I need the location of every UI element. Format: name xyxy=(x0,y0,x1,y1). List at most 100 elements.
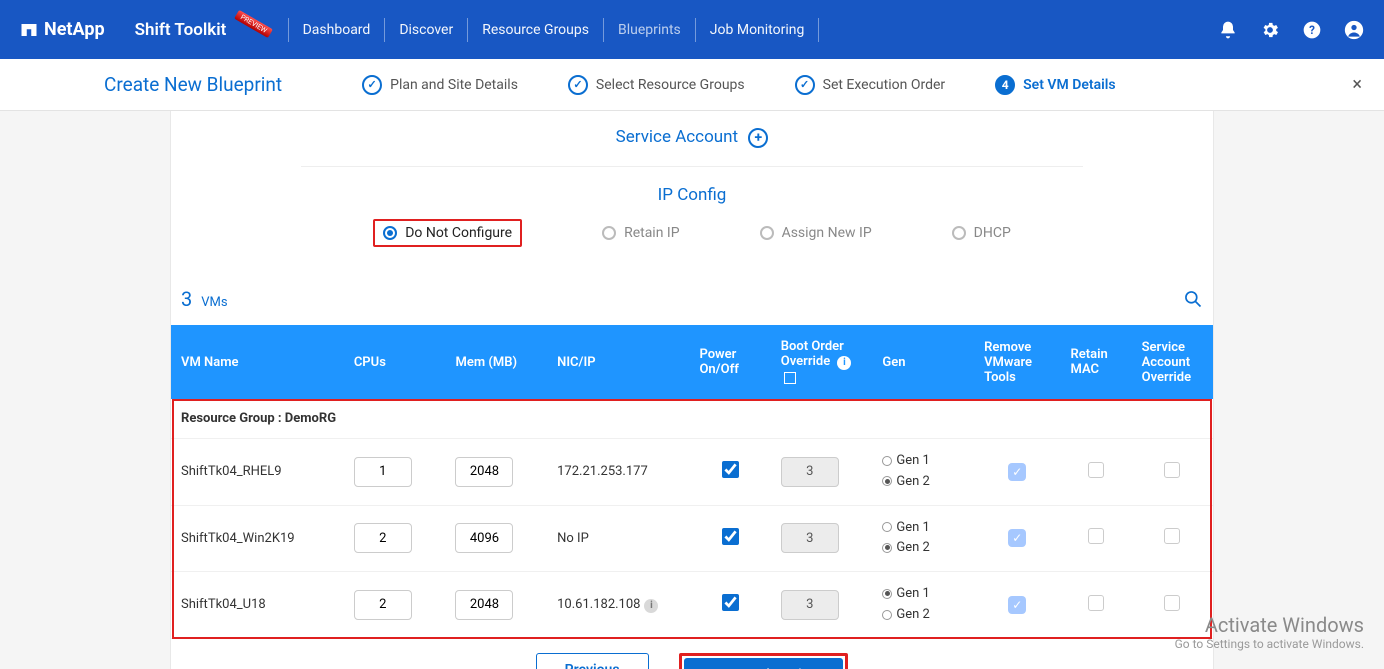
remove-tools-checkbox[interactable]: ✓ xyxy=(1008,529,1026,547)
retain-mac-checkbox[interactable] xyxy=(1088,595,1104,611)
cell-vm-name: ShiftTk04_U18 xyxy=(171,572,344,639)
retain-mac-checkbox[interactable] xyxy=(1088,462,1104,478)
gen2-radio[interactable]: Gen 2 xyxy=(882,472,964,493)
step-vm-details[interactable]: 4Set VM Details xyxy=(995,75,1115,95)
gen2-radio[interactable]: Gen 2 xyxy=(882,538,964,559)
cpus-input[interactable] xyxy=(354,457,412,487)
radio-icon xyxy=(760,226,774,240)
nav-blueprints[interactable]: Blueprints xyxy=(618,22,681,38)
gen-cell: Gen 1Gen 2 xyxy=(872,439,974,506)
col-boot: Boot Order Override i xyxy=(771,325,873,399)
radio-icon xyxy=(602,226,616,240)
col-power: Power On/Off xyxy=(689,325,770,399)
step-plan-site[interactable]: Plan and Site Details xyxy=(362,75,518,95)
step-exec-order[interactable]: Set Execution Order xyxy=(795,75,946,95)
vm-details-panel: Service Account + IP Config Do Not Confi… xyxy=(170,111,1214,669)
retain-mac-checkbox[interactable] xyxy=(1088,528,1104,544)
service-account-row: Service Account + xyxy=(171,111,1213,166)
gen-cell: Gen 1Gen 2 xyxy=(872,572,974,639)
table-header-row: VM Name CPUs Mem (MB) NIC/IP Power On/Of… xyxy=(171,325,1213,399)
col-nic: NIC/IP xyxy=(547,325,689,399)
info-icon[interactable]: i xyxy=(644,599,658,613)
check-icon xyxy=(795,75,815,95)
bell-icon[interactable] xyxy=(1218,20,1238,40)
svg-text:?: ? xyxy=(1309,23,1315,37)
ip-config-title: IP Config xyxy=(171,167,1213,219)
check-icon xyxy=(362,75,382,95)
nav-resource-groups[interactable]: Resource Groups xyxy=(482,22,589,38)
mem-input[interactable] xyxy=(455,457,513,487)
nav-discover[interactable]: Discover xyxy=(399,22,453,38)
help-icon[interactable]: ? xyxy=(1302,20,1322,40)
netapp-icon xyxy=(20,21,38,39)
col-retain-mac: Retain MAC xyxy=(1060,325,1131,399)
boot-order-input[interactable] xyxy=(781,590,839,620)
vm-table: VM Name CPUs Mem (MB) NIC/IP Power On/Of… xyxy=(171,325,1213,639)
gen-cell: Gen 1Gen 2 xyxy=(872,505,974,572)
gen1-radio[interactable]: Gen 1 xyxy=(882,451,964,472)
wizard-footer: Previous Create Blueprint xyxy=(171,639,1213,669)
gen1-radio[interactable]: Gen 1 xyxy=(882,584,964,605)
gen1-radio[interactable]: Gen 1 xyxy=(882,518,964,539)
highlight-box: Do Not Configure xyxy=(373,219,522,247)
nav-dashboard[interactable]: Dashboard xyxy=(303,22,371,38)
resource-group-row: Resource Group : DemoRG xyxy=(171,399,1213,439)
cell-nic: 10.61.182.108i xyxy=(547,572,689,639)
divider xyxy=(288,18,289,42)
radio-icon xyxy=(952,226,966,240)
cell-vm-name: ShiftTk04_RHEL9 xyxy=(171,439,344,506)
ip-config-options: Do Not Configure Retain IP Assign New IP… xyxy=(171,219,1213,265)
highlight-box: Create Blueprint xyxy=(679,653,849,669)
boot-order-input[interactable] xyxy=(781,457,839,487)
gear-icon[interactable] xyxy=(1260,20,1280,40)
product-name: Shift Toolkit xyxy=(135,20,227,40)
svc-override-checkbox[interactable] xyxy=(1164,595,1180,611)
col-svc-override: Service Account Override xyxy=(1132,325,1213,399)
power-checkbox[interactable] xyxy=(722,461,739,478)
previous-button[interactable]: Previous xyxy=(536,653,649,669)
header-checkbox[interactable] xyxy=(784,372,796,384)
close-icon[interactable]: × xyxy=(1352,74,1362,95)
col-remove-tools: Remove VMware Tools xyxy=(974,325,1060,399)
cpus-input[interactable] xyxy=(354,590,412,620)
col-gen: Gen xyxy=(872,325,974,399)
user-icon[interactable] xyxy=(1344,20,1364,40)
search-icon[interactable] xyxy=(1183,289,1203,309)
remove-tools-checkbox[interactable]: ✓ xyxy=(1008,463,1026,481)
check-icon xyxy=(568,75,588,95)
svc-override-checkbox[interactable] xyxy=(1164,462,1180,478)
svc-override-checkbox[interactable] xyxy=(1164,528,1180,544)
cell-nic: 172.21.253.177 xyxy=(547,439,689,506)
preview-ribbon: PREVIEW xyxy=(234,9,273,37)
mem-input[interactable] xyxy=(455,590,513,620)
vm-count-row: 3 VMs xyxy=(171,265,1213,325)
create-blueprint-button[interactable]: Create Blueprint xyxy=(684,658,844,669)
top-right-icons: ? xyxy=(1218,20,1364,40)
top-bar: NetApp Shift Toolkit PREVIEW Dashboard D… xyxy=(0,0,1384,59)
step-select-rg[interactable]: Select Resource Groups xyxy=(568,75,745,95)
cpus-input[interactable] xyxy=(354,523,412,553)
ip-option-do-not-configure[interactable]: Do Not Configure xyxy=(383,225,512,241)
mem-input[interactable] xyxy=(455,523,513,553)
table-row: ShiftTk04_U18 10.61.182.108i Gen 1Gen 2 ✓ xyxy=(171,572,1213,639)
info-icon[interactable]: i xyxy=(837,356,851,370)
power-checkbox[interactable] xyxy=(722,594,739,611)
wizard-title: Create New Blueprint xyxy=(104,73,282,96)
ip-option-retain-ip[interactable]: Retain IP xyxy=(602,219,680,247)
brand-logo: NetApp xyxy=(20,19,105,40)
ip-option-assign-new-ip[interactable]: Assign New IP xyxy=(760,219,872,247)
col-cpus: CPUs xyxy=(344,325,446,399)
cell-nic: No IP xyxy=(547,505,689,572)
nav-job-monitoring[interactable]: Job Monitoring xyxy=(710,22,805,38)
vm-count: 3 VMs xyxy=(181,287,228,311)
remove-tools-checkbox[interactable]: ✓ xyxy=(1008,596,1026,614)
col-vm-name: VM Name xyxy=(171,325,344,399)
power-checkbox[interactable] xyxy=(722,528,739,545)
radio-icon xyxy=(383,226,397,240)
gen2-radio[interactable]: Gen 2 xyxy=(882,605,964,626)
step-number-icon: 4 xyxy=(995,75,1015,95)
wizard-stepbar: Create New Blueprint Plan and Site Detai… xyxy=(0,59,1384,111)
add-service-account-button[interactable]: + xyxy=(748,128,768,148)
boot-order-input[interactable] xyxy=(781,523,839,553)
ip-option-dhcp[interactable]: DHCP xyxy=(952,219,1011,247)
